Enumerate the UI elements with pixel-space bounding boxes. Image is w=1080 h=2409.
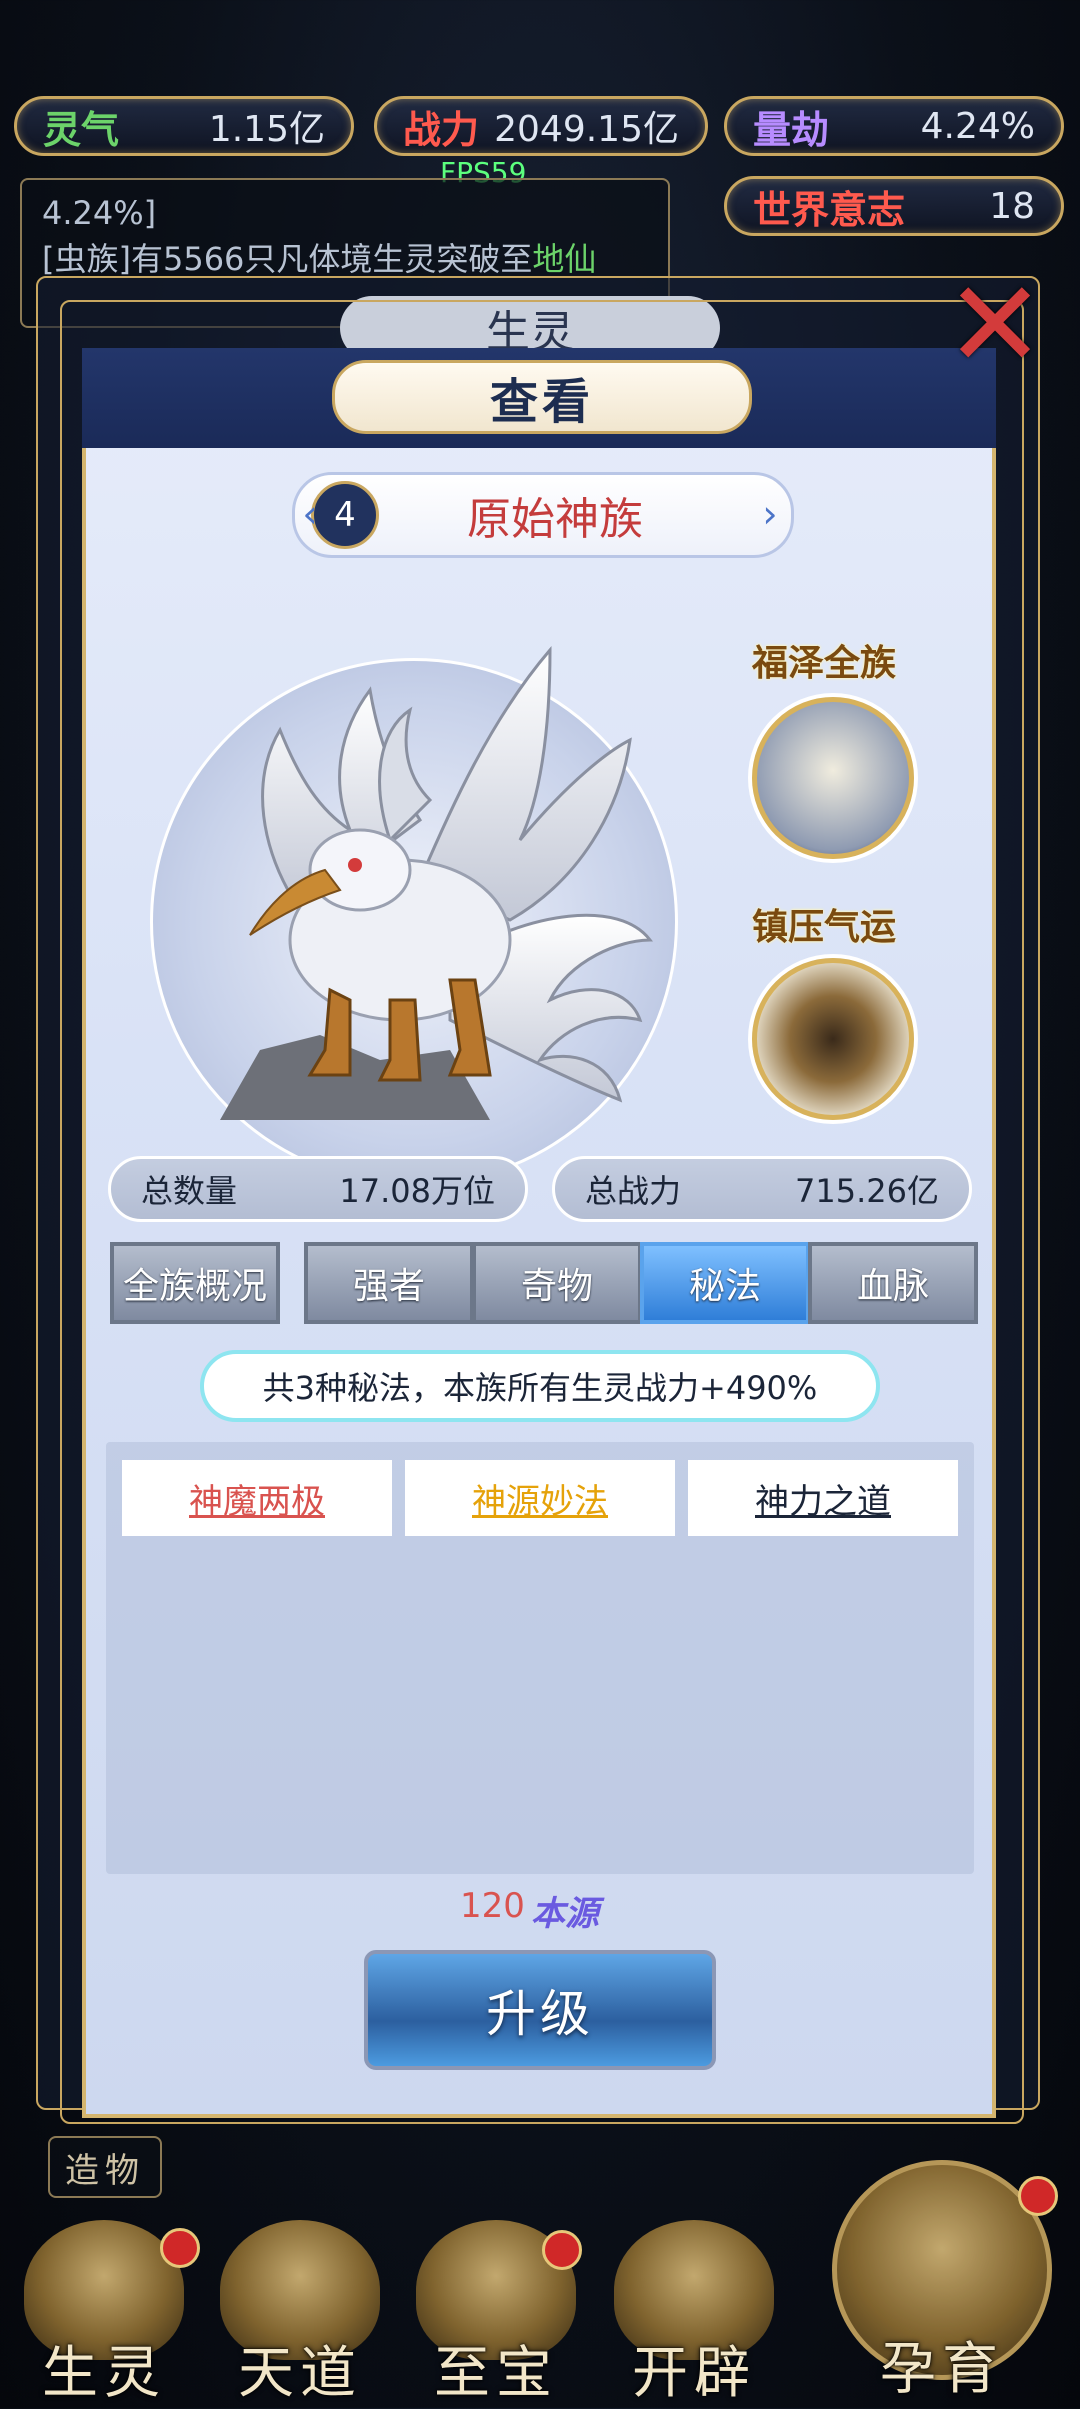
secret-arts-summary: 共3种秘法，本族所有生灵战力+490% [200,1350,880,1422]
nav-label: 至宝 [434,2341,558,2406]
stat-lingqi: 灵气 1.15亿 [14,96,354,156]
total-power-label: 总战力 [585,1172,682,1210]
phoenix-creature-image [220,645,654,1120]
tab-treasures[interactable]: 奇物 [472,1242,642,1324]
creation-button[interactable]: 造物 [48,2136,162,2198]
nav-shengling[interactable]: 生灵 [14,2220,200,2408]
nav-label: 生灵 [42,2341,166,2406]
skill-shenli-zhidao[interactable]: 神力之道 [688,1460,958,1536]
upgrade-button[interactable]: 升级 [364,1950,716,2070]
notification-dot [542,2230,582,2270]
stat-label: 世界意志 [753,187,906,232]
total-count-value: 17.08万位 [339,1172,495,1210]
cost-unit: 本源 [530,1894,599,1934]
race-selector: 4 原始神族 ‹ › [292,472,794,558]
stat-world-will: 世界意志 18 [724,176,1064,236]
stat-value: 1.15亿 [208,109,325,150]
suppress-title: 镇压气运 [752,907,897,948]
total-count: 总数量 17.08万位 [108,1156,528,1222]
log-highlight: 地仙 [532,240,597,278]
cost-amount: 120 [460,1886,525,1926]
dialog-title: 查看 [332,360,752,434]
stat-liangjie: 量劫 4.24% [724,96,1064,156]
total-count-label: 总数量 [141,1172,238,1210]
stat-label: 战力 [403,107,480,152]
tab-bloodline[interactable]: 血脉 [808,1242,978,1324]
skill-shenmo-liangji[interactable]: 神魔两极 [122,1460,392,1536]
suppress-medal-icon[interactable] [752,958,914,1120]
notification-dot [160,2228,200,2268]
close-icon[interactable]: ✕ [940,256,1050,395]
chevron-right-icon[interactable]: › [755,489,785,539]
chevron-left-icon[interactable]: ‹ [295,489,325,539]
stat-label: 灵气 [43,107,120,152]
nav-label: 孕育 [880,2337,1004,2402]
total-power-value: 715.26亿 [795,1172,939,1210]
blessing-medal-icon[interactable] [752,697,914,859]
upgrade-cost: 120 本源 [460,1886,599,1935]
tab-secret-arts[interactable]: 秘法 [640,1242,810,1324]
nav-zhibao[interactable]: 至宝 [406,2220,586,2408]
stat-value: 4.24% [920,105,1035,147]
nav-yunyu[interactable]: 孕育 [822,2150,1062,2402]
nav-label: 天道 [238,2341,362,2406]
stat-zhanli: 战力 2049.15亿 [374,96,708,156]
stat-value: 2049.15亿 [494,109,679,150]
notification-dot [1018,2176,1058,2216]
log-text: [虫族]有5566只凡体境生灵突破至 [42,240,533,278]
stat-label: 量劫 [753,107,830,152]
tab-overview[interactable]: 全族概况 [110,1242,280,1324]
blessing-title: 福泽全族 [752,643,897,684]
skill-shenyuan-miaofa[interactable]: 神源妙法 [405,1460,675,1536]
log-line: 4.24%] [42,194,157,232]
stat-value: 18 [989,185,1035,227]
total-power: 总战力 715.26亿 [552,1156,972,1222]
nav-kaipi[interactable]: 开辟 [604,2220,784,2408]
race-name: 原始神族 [467,494,643,545]
tab-strongest[interactable]: 强者 [304,1242,474,1324]
nav-label: 开辟 [632,2341,756,2406]
nav-tiandao[interactable]: 天道 [210,2220,390,2408]
